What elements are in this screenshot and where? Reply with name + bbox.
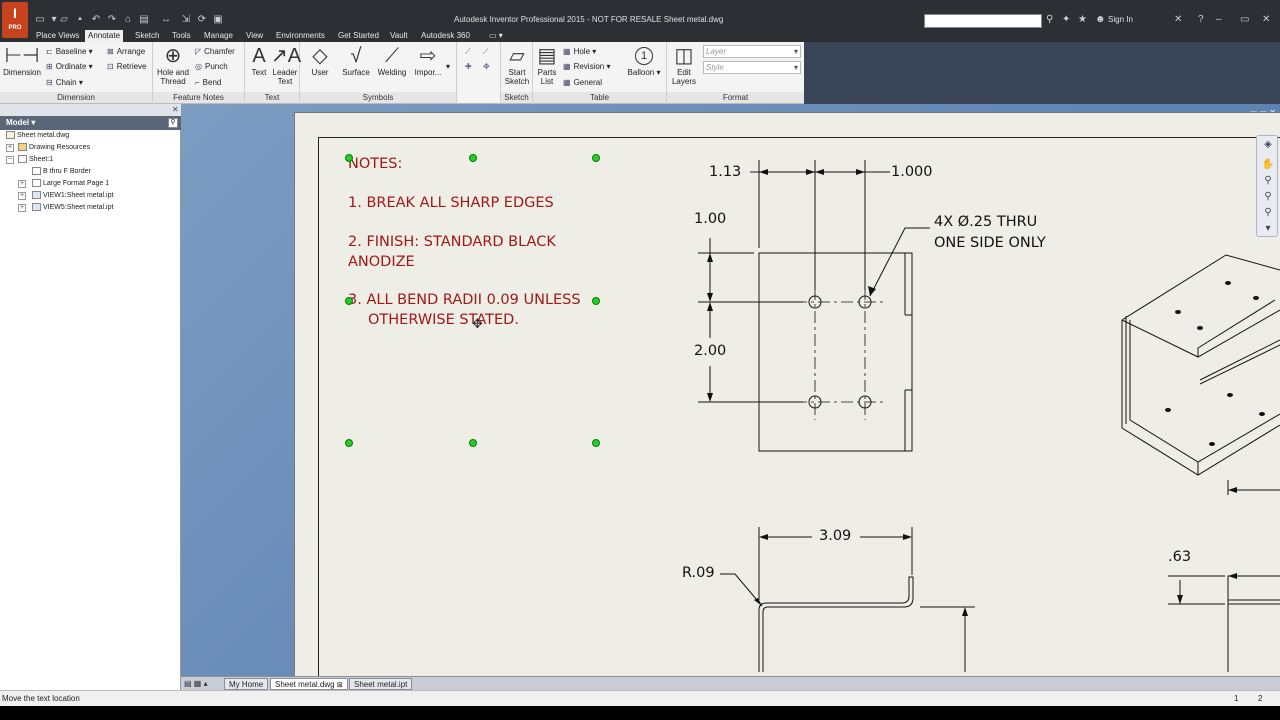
iso-hole <box>1227 393 1233 397</box>
dim-3-09[interactable]: 3.09 <box>819 528 851 544</box>
dim-63[interactable]: .63 <box>1168 549 1191 565</box>
doc-tab-label: Sheet metal.dwg <box>275 680 335 689</box>
note-line-2b[interactable]: ANODIZE <box>348 253 415 272</box>
doc-tab-sheet-metal-dwg[interactable]: Sheet metal.dwg ⊠ <box>270 678 348 690</box>
arrow <box>754 598 762 606</box>
arrow <box>815 169 824 175</box>
app-logo-sub: PRO <box>8 25 22 31</box>
dim-r-09[interactable]: R.09 <box>682 565 715 581</box>
arrow <box>759 169 768 175</box>
text-grip[interactable] <box>345 439 353 447</box>
arrow <box>1228 487 1237 493</box>
dim-1-00[interactable]: 1.00 <box>694 211 726 227</box>
arrow <box>856 169 865 175</box>
app-menu-button[interactable]: I PRO <box>2 2 28 38</box>
zoom-icon[interactable]: ⚲ <box>1261 174 1275 188</box>
zoom-all-icon[interactable]: ⚲ <box>1261 190 1275 204</box>
iso-hole <box>1253 296 1259 300</box>
side-profile <box>758 576 914 672</box>
front-view-outline <box>758 252 913 452</box>
iso-inner <box>1197 339 1280 475</box>
status-count-1: 1 <box>1234 694 1239 703</box>
tile-icon[interactable]: ▤ ▦ ▴ <box>184 679 208 688</box>
text-grip[interactable] <box>345 297 353 305</box>
arrow <box>707 393 713 402</box>
status-count-2: 2 <box>1258 694 1263 703</box>
iso-hole <box>1175 310 1181 314</box>
right-view-outline <box>1227 575 1280 672</box>
note-line-3b[interactable]: OTHERWISE STATED. <box>368 311 519 330</box>
screen-border <box>0 706 1280 720</box>
arrow <box>1228 573 1237 579</box>
text-grip[interactable] <box>592 297 600 305</box>
hole-note-line-1[interactable]: 4X Ø.25 THRU <box>934 214 1037 230</box>
text-grip[interactable] <box>469 439 477 447</box>
doc-tab-sheet-metal-ipt[interactable]: Sheet metal.ipt <box>349 678 413 690</box>
dim-2-00[interactable]: 2.00 <box>694 343 726 359</box>
text-grip[interactable] <box>345 154 353 162</box>
move-cursor-icon: ✥ <box>472 316 483 331</box>
arrow <box>806 169 815 175</box>
hole-leader <box>869 227 930 297</box>
status-message: Move the text location <box>2 694 80 703</box>
note-line-2a[interactable]: 2. FINISH: STANDARD BLACK <box>348 233 556 252</box>
arrow <box>903 534 912 540</box>
document-tab-bar: ▤ ▦ ▴ My Home Sheet metal.dwg ⊠ Sheet me… <box>181 676 1280 690</box>
iso-hole <box>1225 281 1231 285</box>
app-logo-letter: I <box>13 5 17 21</box>
iso-hole <box>1259 412 1265 416</box>
arrow <box>707 253 713 262</box>
inventor-window: ▭ ▾ ▱ ▪ ↶ ↷ ⌂ ▤ ↔ ⇲ ⟳ ▣ Autodesk Invento… <box>0 0 1280 720</box>
text-grip[interactable] <box>592 154 600 162</box>
navigation-bar: ◈ ✋ ⚲ ⚲ ⚲ ▾ <box>1256 135 1278 237</box>
iso-hole <box>1197 326 1203 330</box>
nav-options-icon[interactable]: ▾ <box>1261 222 1275 236</box>
note-line-3a[interactable]: 3. ALL BEND RADII 0.09 UNLESS <box>348 291 581 310</box>
text-grip[interactable] <box>469 154 477 162</box>
iso-hole <box>1209 442 1215 446</box>
pan-icon[interactable]: ✋ <box>1261 158 1275 172</box>
close-icon[interactable]: ⊠ <box>337 682 343 689</box>
note-line-1[interactable]: 1. BREAK ALL SHARP EDGES <box>348 194 554 213</box>
dim-1-000[interactable]: 1.000 <box>891 164 933 180</box>
viewcube-icon[interactable]: ◈ <box>1261 138 1275 152</box>
status-bar: Move the text location 1 2 <box>0 690 1280 706</box>
doc-tab-my-home[interactable]: My Home <box>224 678 269 690</box>
zoom-window-icon[interactable]: ⚲ <box>1261 206 1275 220</box>
arrow <box>707 293 713 302</box>
dim-1-13[interactable]: 1.13 <box>709 164 741 180</box>
iso-hole <box>1165 408 1171 412</box>
arrow <box>1177 595 1183 604</box>
text-grip[interactable] <box>592 439 600 447</box>
hole-note-line-2[interactable]: ONE SIDE ONLY <box>934 235 1046 251</box>
notes-title[interactable]: NOTES: <box>348 155 402 174</box>
drawing-geometry <box>698 160 1280 672</box>
arrow <box>707 302 713 311</box>
iso-outline <box>1121 254 1280 476</box>
arrow <box>759 534 768 540</box>
arrow <box>962 607 968 616</box>
